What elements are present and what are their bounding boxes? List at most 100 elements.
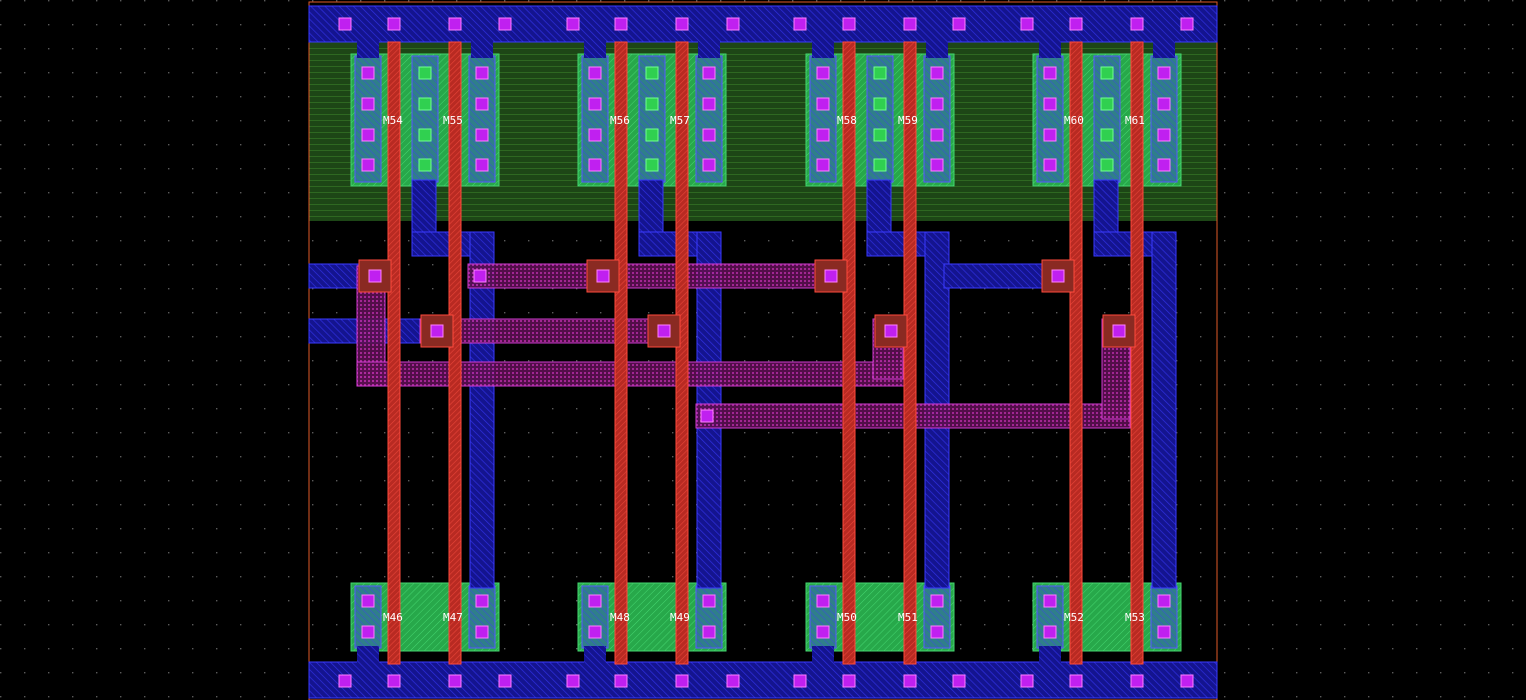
nmos-contact-2-a1[interactable]: [588, 594, 602, 608]
diff-contact-2-3-2[interactable]: [702, 97, 716, 111]
gnd-tap-4[interactable]: [1039, 646, 1061, 664]
diff-contact-1-2-4[interactable]: [418, 158, 432, 172]
diff-contact-4-3-1[interactable]: [1157, 66, 1171, 80]
gnd-contact-11[interactable]: [903, 674, 917, 688]
diff-contact-2-2-4[interactable]: [645, 158, 659, 172]
diff-contact-1-2-3[interactable]: [418, 128, 432, 142]
nmos-contact-1-a2[interactable]: [361, 625, 375, 639]
vdd-contact-12[interactable]: [952, 17, 966, 31]
diff-contact-1-1-1[interactable]: [361, 66, 375, 80]
diff-contact-1-3-1[interactable]: [475, 66, 489, 80]
vdd-contact-2[interactable]: [387, 17, 401, 31]
vdd-contact-1[interactable]: [338, 17, 352, 31]
poly-contact-1[interactable]: [368, 269, 382, 283]
diff-contact-1-1-4[interactable]: [361, 158, 375, 172]
poly-gate-6[interactable]: [903, 41, 917, 665]
poly-gate-5[interactable]: [842, 41, 856, 665]
nmos-contact-3-a1[interactable]: [816, 594, 830, 608]
diff-contact-3-2-3[interactable]: [873, 128, 887, 142]
vdd-contact-5[interactable]: [566, 17, 580, 31]
gnd-contact-12[interactable]: [952, 674, 966, 688]
diff-contact-3-3-1[interactable]: [930, 66, 944, 80]
gnd-contact-4[interactable]: [498, 674, 512, 688]
metal2-route-4[interactable]: [356, 361, 906, 387]
gnd-contact-10[interactable]: [842, 674, 856, 688]
poly-contact-4[interactable]: [1051, 269, 1065, 283]
diff-contact-2-3-3[interactable]: [702, 128, 716, 142]
vdd-contact-11[interactable]: [903, 17, 917, 31]
metal2-via-2[interactable]: [700, 409, 714, 423]
out-route-4-c[interactable]: [1151, 231, 1177, 589]
gnd-contact-9[interactable]: [793, 674, 807, 688]
nmos-contact-4-b2[interactable]: [1157, 625, 1171, 639]
poly-contact-3[interactable]: [824, 269, 838, 283]
layout-canvas[interactable]: M54 M55 M56 M57 M58 M59 M60 M61 M46 M47 M48 M49 M50 M…: [0, 0, 1526, 700]
poly-gate-2[interactable]: [448, 41, 462, 665]
out-route-3-a[interactable]: [866, 179, 892, 233]
metal2-route-1[interactable]: [467, 263, 843, 289]
nmos-contact-4-b1[interactable]: [1157, 594, 1171, 608]
nmos-contact-1-b1[interactable]: [475, 594, 489, 608]
nmos-contact-2-a2[interactable]: [588, 625, 602, 639]
vdd-contact-14[interactable]: [1069, 17, 1083, 31]
nmos-contact-3-a2[interactable]: [816, 625, 830, 639]
diff-contact-1-3-4[interactable]: [475, 158, 489, 172]
vdd-contact-13[interactable]: [1020, 17, 1034, 31]
diff-contact-4-2-3[interactable]: [1100, 128, 1114, 142]
diff-contact-1-3-3[interactable]: [475, 128, 489, 142]
poly-contact-5[interactable]: [430, 324, 444, 338]
metal2-via-1[interactable]: [473, 269, 487, 283]
diff-contact-2-2-3[interactable]: [645, 128, 659, 142]
diff-contact-3-2-4[interactable]: [873, 158, 887, 172]
gnd-contact-2[interactable]: [387, 674, 401, 688]
vdd-contact-10[interactable]: [842, 17, 856, 31]
diff-contact-4-2-1[interactable]: [1100, 66, 1114, 80]
diff-contact-3-2-2[interactable]: [873, 97, 887, 111]
diff-contact-2-1-3[interactable]: [588, 128, 602, 142]
gnd-contact-5[interactable]: [566, 674, 580, 688]
diff-contact-2-3-1[interactable]: [702, 66, 716, 80]
diff-contact-1-2-2[interactable]: [418, 97, 432, 111]
diff-contact-2-1-4[interactable]: [588, 158, 602, 172]
diff-contact-4-3-3[interactable]: [1157, 128, 1171, 142]
vdd-tap-1-b[interactable]: [471, 40, 493, 58]
vdd-contact-6[interactable]: [614, 17, 628, 31]
nmos-contact-3-b1[interactable]: [930, 594, 944, 608]
vdd-tap-2-a[interactable]: [584, 40, 606, 58]
diff-contact-3-2-1[interactable]: [873, 66, 887, 80]
diff-contact-1-2-1[interactable]: [418, 66, 432, 80]
nmos-contact-4-a1[interactable]: [1043, 594, 1057, 608]
diff-contact-3-1-3[interactable]: [816, 128, 830, 142]
poly-contact-2[interactable]: [596, 269, 610, 283]
vdd-tap-1-a[interactable]: [357, 40, 379, 58]
gnd-contact-14[interactable]: [1069, 674, 1083, 688]
vdd-tap-3-a[interactable]: [812, 40, 834, 58]
poly-gate-4[interactable]: [675, 41, 689, 665]
diff-contact-3-1-4[interactable]: [816, 158, 830, 172]
diff-contact-1-1-2[interactable]: [361, 97, 375, 111]
out-route-1-a[interactable]: [411, 179, 437, 233]
vdd-tap-2-b[interactable]: [698, 40, 720, 58]
poly-contact-8[interactable]: [1112, 324, 1126, 338]
vdd-contact-4[interactable]: [498, 17, 512, 31]
nmos-contact-1-a1[interactable]: [361, 594, 375, 608]
poly-contact-6[interactable]: [657, 324, 671, 338]
vdd-contact-16[interactable]: [1180, 17, 1194, 31]
gnd-contact-1[interactable]: [338, 674, 352, 688]
diff-contact-2-3-4[interactable]: [702, 158, 716, 172]
nmos-contact-4-a2[interactable]: [1043, 625, 1057, 639]
gnd-contact-3[interactable]: [448, 674, 462, 688]
diff-contact-1-1-3[interactable]: [361, 128, 375, 142]
diff-contact-1-3-2[interactable]: [475, 97, 489, 111]
gnd-contact-16[interactable]: [1180, 674, 1194, 688]
diff-contact-4-1-2[interactable]: [1043, 97, 1057, 111]
diff-contact-3-3-3[interactable]: [930, 128, 944, 142]
poly-gate-7[interactable]: [1069, 41, 1083, 665]
diff-contact-2-1-1[interactable]: [588, 66, 602, 80]
vdd-contact-9[interactable]: [793, 17, 807, 31]
vdd-contact-7[interactable]: [675, 17, 689, 31]
gnd-tap-3[interactable]: [812, 646, 834, 664]
diff-contact-3-1-1[interactable]: [816, 66, 830, 80]
poly-gate-3[interactable]: [614, 41, 628, 665]
gnd-contact-7[interactable]: [675, 674, 689, 688]
